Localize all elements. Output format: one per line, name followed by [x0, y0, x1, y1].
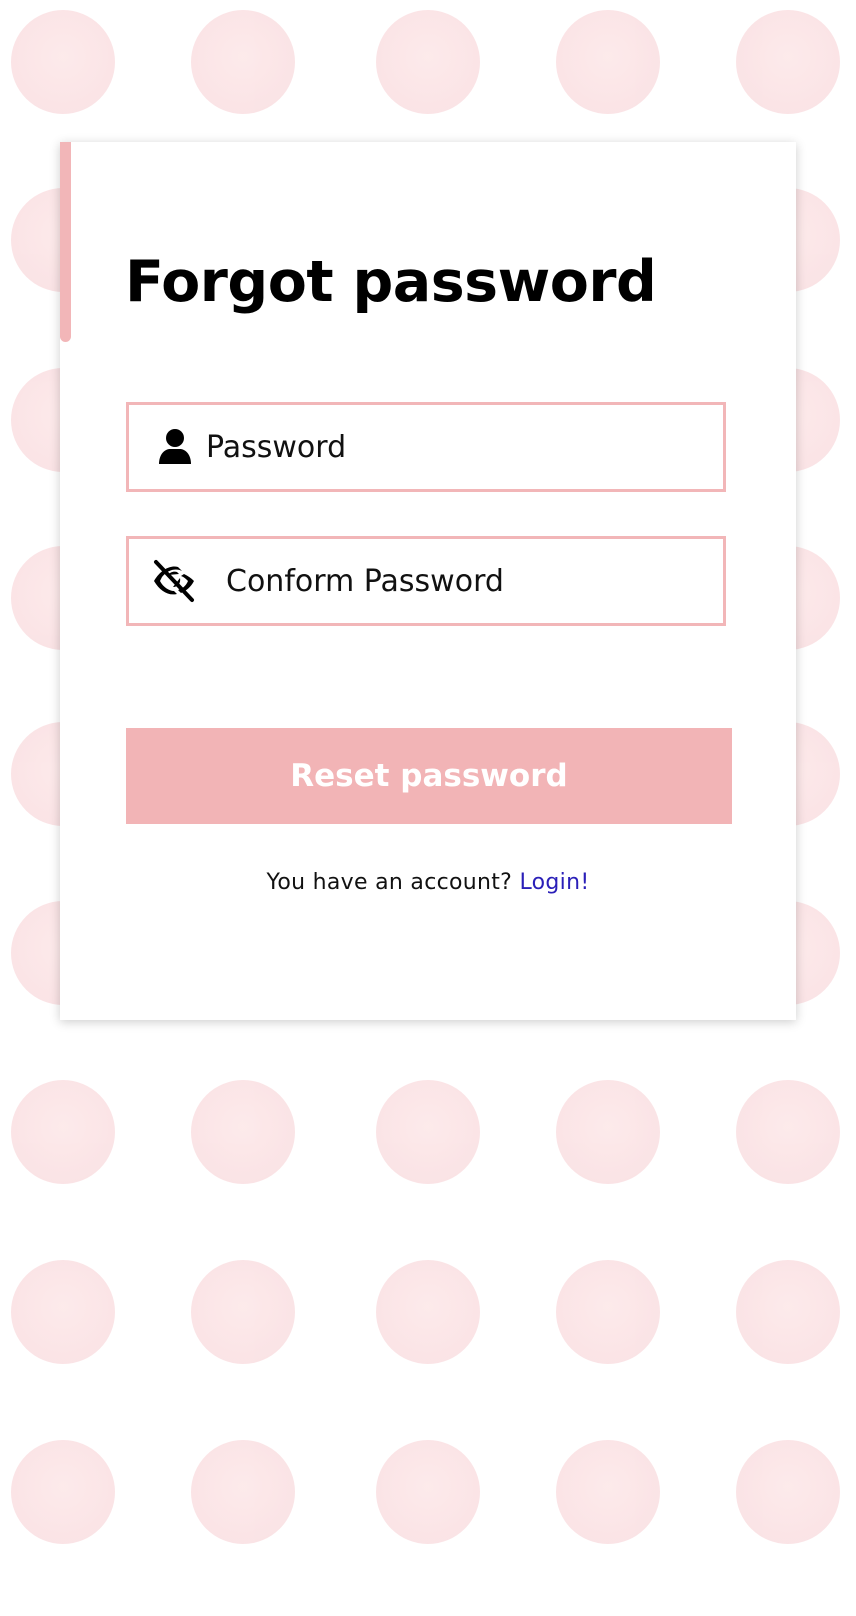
- login-prompt-text: You have an account?: [266, 870, 513, 895]
- confirm-password-field[interactable]: [126, 536, 726, 626]
- page-title: Forgot password: [125, 249, 657, 315]
- reset-password-button[interactable]: Reset password: [126, 728, 732, 824]
- password-field[interactable]: [126, 402, 726, 492]
- login-prompt: You have an account? Login!: [60, 870, 796, 895]
- card-accent-bar: [60, 142, 71, 342]
- confirm-password-input[interactable]: [226, 539, 706, 623]
- eye-slash-icon[interactable]: [151, 558, 197, 604]
- password-input[interactable]: [206, 405, 706, 489]
- forgot-password-card: Forgot password Reset password You have …: [60, 142, 796, 1020]
- user-icon: [157, 428, 193, 466]
- login-link[interactable]: Login!: [519, 870, 589, 895]
